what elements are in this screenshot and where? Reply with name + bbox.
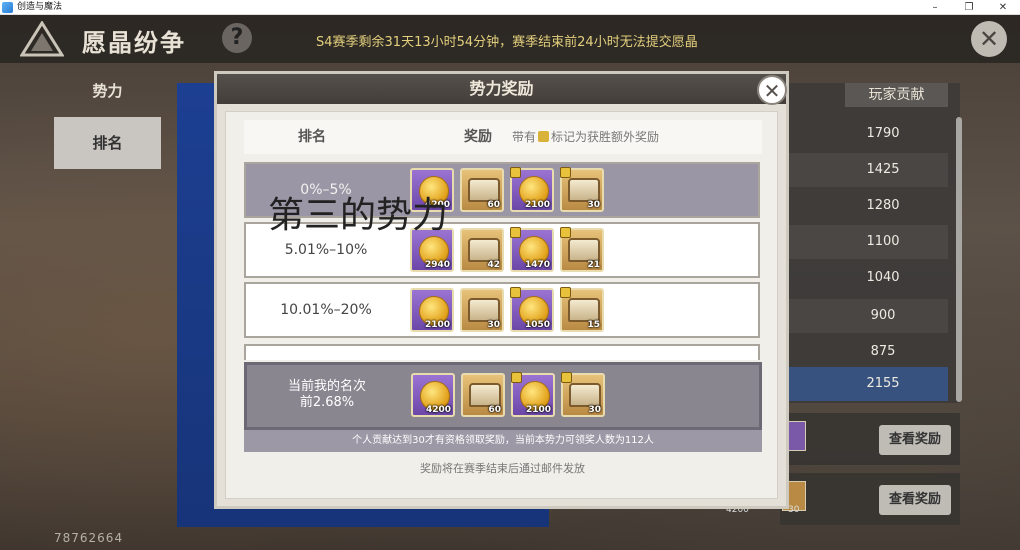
dialog-body: 排名 奖励 带有 标记为获胜额外奖励 0%–5% 4200 60 2100 30 …	[225, 111, 778, 499]
footer-note: 奖励将在赛季结束后通过邮件发放	[420, 462, 585, 475]
reward-row: 10.01%–20% 2100 30 1050 15	[244, 282, 760, 338]
tab-ranking[interactable]: 排名	[54, 117, 161, 169]
bonus-mark-icon	[561, 372, 572, 383]
dialog-close-button[interactable]: ✕	[757, 75, 787, 105]
chest-icon	[568, 178, 600, 202]
page-title: 愿晶纷争	[82, 29, 186, 57]
window-titlebar: 创造与魔法 – ❐ ✕	[0, 0, 1020, 15]
contribution-value: 1040	[866, 270, 900, 285]
reward-item[interactable]: 42	[460, 228, 504, 272]
reward-row-partial	[244, 344, 760, 360]
chest-icon	[468, 298, 500, 322]
season-timer-text: S4赛季剩余31天13小时54分钟，赛季结束前24小时无法提交愿晶	[316, 35, 698, 50]
tab-faction[interactable]: 势力	[54, 65, 161, 117]
reward-item[interactable]: 60	[461, 373, 505, 417]
player-uid: 78762664	[54, 531, 124, 545]
reward-item[interactable]: 1470	[510, 227, 554, 272]
bonus-mark-icon	[538, 131, 550, 142]
reward-item[interactable]: 2100	[410, 288, 454, 332]
bonus-mark-icon	[510, 167, 521, 178]
chest-icon	[568, 298, 600, 322]
dialog-title: 势力奖励	[217, 74, 786, 104]
bonus-mark-icon	[511, 372, 522, 383]
reward-item[interactable]: 60	[460, 168, 504, 212]
reward-column-header: 奖励	[464, 129, 492, 145]
minimize-button[interactable]: –	[918, 0, 952, 15]
bonus-note: 带有 标记为获胜额外奖励	[512, 120, 659, 154]
close-page-button[interactable]: ✕	[971, 21, 1007, 57]
my-rank-line1: 当前我的名次	[287, 379, 366, 394]
chest-icon	[568, 238, 600, 262]
partial-item-qty: 30	[788, 505, 800, 515]
bonus-mark-icon	[560, 227, 571, 238]
rank-column-header: 排名	[298, 129, 326, 145]
ranking-scrollbar[interactable]	[956, 117, 962, 402]
contribution-value: 900	[778, 299, 948, 333]
contribution-header: 玩家贡献	[845, 83, 948, 107]
my-rank-label: 当前我的名次 前2.68%	[247, 379, 407, 411]
help-button[interactable]: ?	[222, 23, 252, 53]
rank-range: 10.01%–20%	[280, 302, 372, 318]
contribution-value: 1790	[866, 126, 900, 141]
reward-item[interactable]: 21	[560, 227, 604, 272]
reward-item[interactable]: 2100	[511, 372, 555, 417]
reward-item[interactable]: 1050	[510, 287, 554, 332]
faction-logo-icon	[20, 21, 64, 57]
my-rank-row: 当前我的名次 前2.68% 4200 60 2100 30	[244, 362, 762, 430]
bonus-mark-icon	[560, 167, 571, 178]
reward-item[interactable]: 30	[560, 167, 604, 212]
bonus-mark-icon	[560, 287, 571, 298]
reward-item[interactable]: 15	[560, 287, 604, 332]
reward-item[interactable]: 4200	[411, 373, 455, 417]
top-header: 愿晶纷争 ? S4赛季剩余31天13小时54分钟，赛季结束前24小时无法提交愿晶…	[0, 15, 1020, 63]
maximize-button[interactable]: ❐	[952, 0, 986, 15]
reward-item[interactable]: 2100	[510, 167, 554, 212]
game-viewport: 愿晶纷争 ? S4赛季剩余31天13小时54分钟，赛季结束前24小时无法提交愿晶…	[0, 15, 1020, 550]
contribution-value: 1425	[778, 153, 948, 187]
reward-item[interactable]: 30	[561, 372, 605, 417]
bonus-mark-icon	[510, 227, 521, 238]
window-close-button[interactable]: ✕	[986, 0, 1020, 15]
app-icon	[2, 1, 13, 13]
view-reward-button[interactable]: 查看奖励	[879, 485, 951, 515]
contribution-value: 1100	[778, 225, 948, 259]
bonus-note-prefix: 带有	[512, 130, 537, 144]
my-rank-line2: 前2.68%	[299, 395, 355, 410]
chest-icon	[469, 383, 501, 407]
chest-icon	[468, 238, 500, 262]
window-title: 创造与魔法	[17, 1, 63, 12]
contribution-value: 875	[870, 344, 896, 359]
chest-icon	[569, 383, 601, 407]
bonus-mark-icon	[510, 287, 521, 298]
faction-name-overlay: 第三的势力	[268, 195, 449, 236]
bonus-note-suffix: 标记为获胜额外奖励	[551, 130, 660, 144]
contribution-value: 1280	[866, 198, 900, 213]
chest-icon	[468, 178, 500, 202]
requirement-note: 个人贡献达到30才有资格领取奖励，当前本势力可领奖人数为112人	[244, 430, 762, 452]
faction-reward-dialog: 势力奖励 ✕ 排名 奖励 带有 标记为获胜额外奖励 0%–5% 4200 60 2…	[214, 71, 789, 509]
column-header: 排名 奖励 带有 标记为获胜额外奖励	[244, 120, 762, 154]
view-reward-button[interactable]: 查看奖励	[879, 425, 951, 455]
my-contribution-value: 2155	[778, 367, 948, 401]
reward-item[interactable]: 30	[460, 288, 504, 332]
